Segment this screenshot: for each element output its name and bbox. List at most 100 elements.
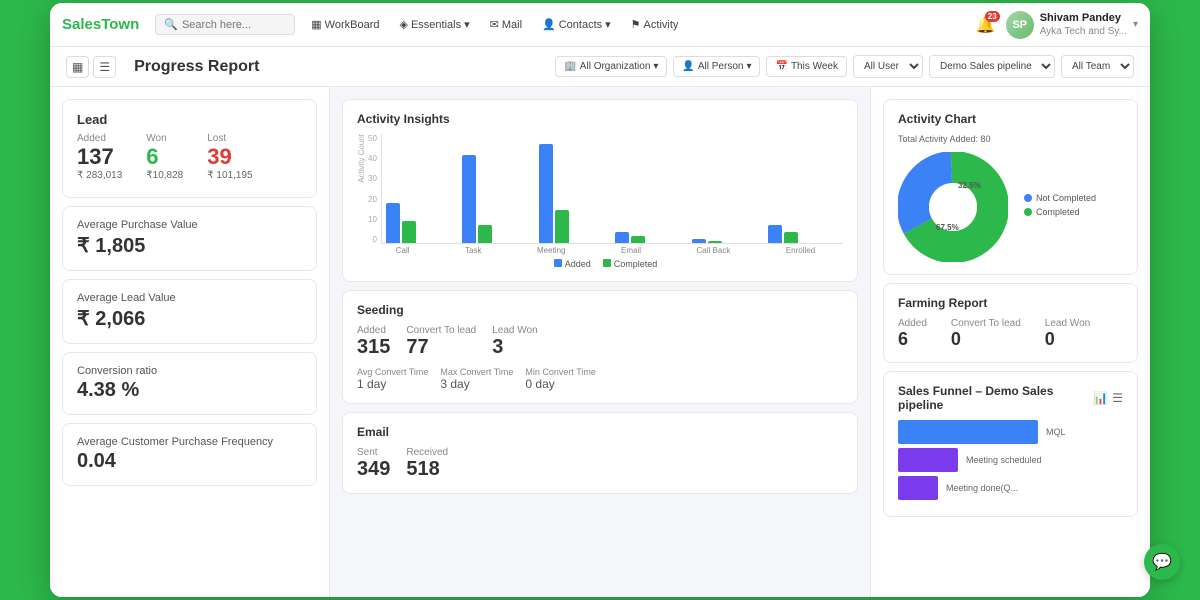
essentials-icon: ◈ <box>399 18 407 31</box>
lead-title: Lead <box>77 112 302 127</box>
bar-meeting-added <box>539 144 553 243</box>
main-content: Lead Added 137 ₹ 283,013 Won 6 ₹10,828 L… <box>50 87 1150 597</box>
seeding-stats: Added 315 Convert To lead 77 Lead Won 3 <box>357 325 843 359</box>
bar-email-added <box>615 232 629 243</box>
notification-button[interactable]: 🔔 23 <box>976 15 996 35</box>
avg-lead-card: Average Lead Value ₹ 2,066 <box>62 279 317 344</box>
logo: SalesTown <box>62 16 139 33</box>
funnel-rect-mql <box>898 420 1038 444</box>
funnel-bar-meeting-scheduled: Meeting scheduled <box>898 448 1123 472</box>
pie-chart: 67.5% 32.5% <box>898 152 1008 262</box>
min-convert: Min Convert Time 0 day <box>525 367 596 391</box>
funnel-rect-meeting-done <box>898 476 938 500</box>
dropdown-icon: ▾ <box>653 61 658 72</box>
seeding-won: Lead Won 3 <box>492 325 537 359</box>
search-input[interactable] <box>182 19 286 31</box>
farming-card: Farming Report Added 6 Convert To lead 0… <box>883 283 1138 363</box>
max-convert: Max Convert Time 3 day <box>440 367 513 391</box>
avatar: SP <box>1006 11 1034 39</box>
bar-meeting-completed <box>555 210 569 243</box>
email-stats: Sent 349 Received 518 <box>357 447 843 481</box>
bar-call <box>386 203 457 243</box>
building-icon: 🏢 <box>564 61 576 72</box>
pie-legend-completed: Completed <box>1024 207 1096 217</box>
pie-legend: Not Completed Completed <box>1024 193 1096 221</box>
left-column: Lead Added 137 ₹ 283,013 Won 6 ₹10,828 L… <box>50 87 330 597</box>
search-bar[interactable]: 🔍 <box>155 14 295 35</box>
funnel-bar-meeting-done: Meeting done(Q... <box>898 476 1123 500</box>
nav-item-activity[interactable]: ⚑ Activity <box>623 14 687 35</box>
user-info[interactable]: SP Shivam Pandey Ayka Tech and Sy... ▾ <box>1006 11 1138 39</box>
bar-task <box>462 155 533 243</box>
funnel-bar-mql: MQL <box>898 420 1123 444</box>
seeding-added: Added 315 <box>357 325 390 359</box>
lead-added: Added 137 ₹ 283,013 <box>77 133 122 181</box>
chart-x-labels: Call Task Meeting Email Call Back Enroll… <box>368 246 843 255</box>
right-column: Activity Chart Total Activity Added: 80 <box>870 87 1150 597</box>
filter-organization[interactable]: 🏢 All Organization ▾ <box>555 56 667 77</box>
user-dropdown-icon: ▾ <box>1133 19 1138 30</box>
svg-text:32.5%: 32.5% <box>958 181 981 190</box>
conversion-card: Conversion ratio 4.38 % <box>62 352 317 415</box>
activity-insights-card: Activity Insights Activity Count 50 40 3… <box>342 99 858 282</box>
pie-container: 67.5% 32.5% Not Completed Completed <box>898 152 1123 262</box>
search-icon: 🔍 <box>164 18 178 31</box>
nav-items: ▦ WorkBoard ◈ Essentials ▾ ✉ Mail 👤 Cont… <box>303 14 968 35</box>
email-sent: Sent 349 <box>357 447 390 481</box>
bar-email-completed <box>631 236 645 243</box>
activity-icon: ⚑ <box>631 18 641 31</box>
filter-pipeline[interactable]: Demo Sales pipeline <box>929 55 1055 78</box>
nav-item-contacts[interactable]: 👤 Contacts ▾ <box>534 14 619 35</box>
activity-chart-subtitle: Total Activity Added: 80 <box>898 134 1123 144</box>
toolbar: ▦ ☰ Progress Report 🏢 All Organization ▾… <box>50 47 1150 87</box>
filter-bar: 🏢 All Organization ▾ 👤 All Person ▾ 📅 Th… <box>555 55 1134 78</box>
list-view-button[interactable]: ☰ <box>93 56 116 78</box>
chevron-down-icon: ▾ <box>605 18 611 31</box>
bar-task-added <box>462 155 476 243</box>
lead-won: Won 6 ₹10,828 <box>146 133 183 181</box>
filter-user[interactable]: All User <box>853 55 923 78</box>
page-title: Progress Report <box>134 58 545 76</box>
chart-legend: Added Completed <box>368 259 843 269</box>
activity-chart-card: Activity Chart Total Activity Added: 80 <box>883 99 1138 275</box>
chevron-down-icon: ▾ <box>464 18 470 31</box>
lead-lost: Lost 39 ₹ 101,195 <box>207 133 252 181</box>
y-axis-label: Activity Count <box>357 134 366 183</box>
dropdown-icon: ▾ <box>746 61 751 72</box>
bar-callback-added <box>692 239 706 243</box>
filter-team[interactable]: All Team <box>1061 55 1134 78</box>
bar-enrolled-completed <box>784 232 798 243</box>
bar-email <box>615 232 686 243</box>
completed-dot <box>1024 208 1032 216</box>
notification-badge: 23 <box>985 11 1000 22</box>
nav-item-workboard[interactable]: ▦ WorkBoard <box>303 14 387 35</box>
funnel-rect-meeting-scheduled <box>898 448 958 472</box>
chat-button[interactable]: 💬 <box>1144 544 1180 580</box>
seeding-card: Seeding Added 315 Convert To lead 77 Lea… <box>342 290 858 404</box>
funnel-menu-icon[interactable]: ☰ <box>1112 391 1123 405</box>
farming-added: Added 6 <box>898 318 927 350</box>
email-received: Received 518 <box>406 447 448 481</box>
filter-person[interactable]: 👤 All Person ▾ <box>673 56 760 77</box>
mail-icon: ✉ <box>490 18 499 31</box>
avg-customer-card: Average Customer Purchase Frequency 0.04 <box>62 423 317 486</box>
user-name: Shivam Pandey <box>1040 11 1127 25</box>
sales-funnel-card: Sales Funnel – Demo Sales pipeline 📊 ☰ M… <box>883 371 1138 517</box>
avg-convert: Avg Convert Time 1 day <box>357 367 428 391</box>
bar-enrolled <box>768 225 839 243</box>
person-icon: 👤 <box>682 61 694 72</box>
middle-column: Activity Insights Activity Count 50 40 3… <box>330 87 870 597</box>
nav-item-essentials[interactable]: ◈ Essentials ▾ <box>391 14 477 35</box>
grid-view-button[interactable]: ▦ <box>66 56 89 78</box>
nav-item-mail[interactable]: ✉ Mail <box>482 14 530 35</box>
bar-callback-completed <box>708 241 722 243</box>
calendar-icon: 📅 <box>775 61 787 72</box>
funnel-chart-icon[interactable]: 📊 <box>1093 391 1108 405</box>
workboard-icon: ▦ <box>311 18 321 31</box>
filter-period[interactable]: 📅 This Week <box>766 56 847 77</box>
lead-card: Lead Added 137 ₹ 283,013 Won 6 ₹10,828 L… <box>62 99 317 198</box>
avg-purchase-card: Average Purchase Value ₹ 1,805 <box>62 206 317 271</box>
bar-call-completed <box>402 221 416 243</box>
bar-call-added <box>386 203 400 243</box>
browser-frame: SalesTown 🔍 ▦ WorkBoard ◈ Essentials ▾ ✉… <box>50 3 1150 597</box>
